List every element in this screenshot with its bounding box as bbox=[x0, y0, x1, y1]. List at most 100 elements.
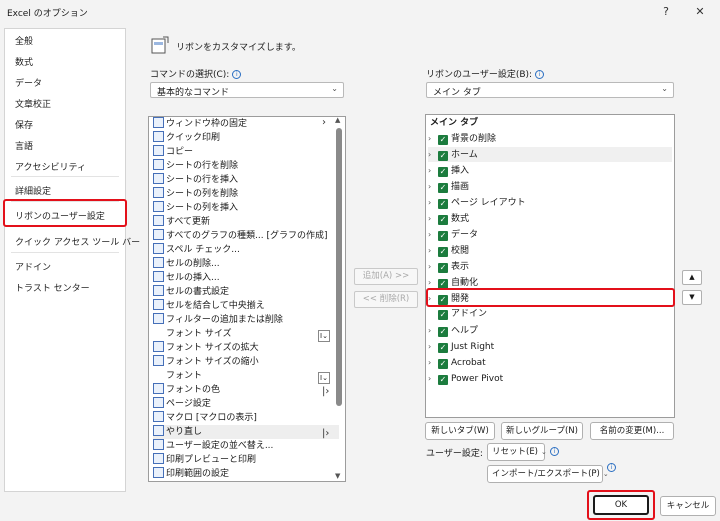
checkbox[interactable]: ✓ bbox=[438, 215, 448, 225]
sidebar-item-addins[interactable]: アドイン bbox=[15, 260, 51, 273]
chevron-right-icon[interactable]: › bbox=[428, 211, 436, 226]
list-item[interactable]: セルを結合して中央揃え bbox=[153, 299, 339, 313]
checkbox[interactable]: ✓ bbox=[438, 359, 448, 369]
remove-button[interactable]: << 削除(R) bbox=[354, 291, 418, 308]
checkbox[interactable]: ✓ bbox=[438, 375, 448, 385]
list-item[interactable]: すべて更新 bbox=[153, 215, 339, 229]
checkbox[interactable]: ✓ bbox=[438, 247, 448, 257]
tree-item[interactable]: › ✓ 挿入 bbox=[428, 163, 672, 178]
sidebar-item-advanced[interactable]: 詳細設定 bbox=[15, 184, 51, 197]
list-item[interactable]: フォント サイズの拡大 bbox=[153, 341, 339, 355]
list-item[interactable]: すべてのグラフの種類... [グラフの作成] bbox=[153, 229, 339, 243]
commands-dropdown[interactable]: 基本的なコマンド ⌄ bbox=[150, 82, 344, 98]
checkbox[interactable]: ✓ bbox=[438, 231, 448, 241]
commands-list[interactable]: ウィンドウ枠の固定 クイック印刷 コピー シートの行を削除 シートの行を挿入 シ… bbox=[148, 116, 346, 482]
list-item[interactable]: シートの行を挿入 bbox=[153, 173, 339, 187]
commands-scrollbar[interactable]: ▲ ▼ bbox=[334, 116, 344, 482]
sidebar-item-language[interactable]: 言語 bbox=[15, 139, 33, 152]
list-item[interactable]: クイック印刷 bbox=[153, 131, 339, 145]
import-export-button[interactable]: インポート/エクスポート(P) ⌄ bbox=[487, 465, 609, 483]
tree-item[interactable]: › ✓ 校閲 bbox=[428, 243, 672, 258]
chevron-right-icon[interactable]: › bbox=[428, 371, 436, 386]
add-button[interactable]: 追加(A) >> bbox=[354, 268, 418, 285]
tree-item[interactable]: › ✓ ページ レイアウト bbox=[428, 195, 672, 210]
list-item[interactable]: スペル チェック... bbox=[153, 243, 339, 257]
chevron-right-icon[interactable]: › bbox=[428, 339, 436, 354]
sidebar-item-accessibility[interactable]: アクセシビリティ bbox=[15, 160, 86, 173]
new-group-button[interactable]: 新しいグループ(N) bbox=[501, 422, 583, 440]
checkbox[interactable]: ✓ bbox=[438, 167, 448, 177]
info-icon[interactable]: i bbox=[535, 70, 545, 79]
sidebar-item-quick-access-toolbar[interactable]: クイック アクセス ツール バー bbox=[15, 235, 140, 248]
tree-item[interactable]: › ✓ ホーム bbox=[428, 147, 672, 162]
scroll-up-icon[interactable]: ▲ bbox=[335, 116, 340, 124]
list-item[interactable]: やり直し bbox=[153, 425, 339, 439]
tree-item[interactable]: › ✓ Acrobat bbox=[428, 355, 672, 370]
ribbon-dropdown[interactable]: メイン タブ ⌄ bbox=[426, 82, 674, 98]
list-item[interactable]: 印刷範囲の設定 bbox=[153, 467, 339, 481]
cancel-button[interactable]: キャンセル bbox=[660, 496, 716, 516]
info-icon[interactable]: i bbox=[550, 447, 559, 456]
list-item[interactable]: シートの行を削除 bbox=[153, 159, 339, 173]
new-tab-button[interactable]: 新しいタブ(W) bbox=[425, 422, 495, 440]
tree-item[interactable]: › ✓ 数式 bbox=[428, 211, 672, 226]
reset-button[interactable]: リセット(E) ⌄ bbox=[487, 443, 547, 461]
chevron-right-icon[interactable]: › bbox=[428, 355, 436, 370]
list-item[interactable]: セルの削除... bbox=[153, 257, 339, 271]
chevron-right-icon[interactable]: › bbox=[428, 259, 436, 274]
sidebar-item-trust-center[interactable]: トラスト センター bbox=[15, 281, 90, 294]
checkbox[interactable]: ✓ bbox=[438, 343, 448, 353]
sidebar-item-general[interactable]: 全般 bbox=[15, 34, 33, 47]
list-item[interactable]: セルの挿入... bbox=[153, 271, 339, 285]
tree-item[interactable]: › ✓ 表示 bbox=[428, 259, 672, 274]
checkbox[interactable]: ✓ bbox=[438, 151, 448, 161]
chevron-right-icon[interactable]: › bbox=[428, 179, 436, 194]
checkbox[interactable]: ✓ bbox=[438, 183, 448, 193]
list-item[interactable]: フォント サイズ bbox=[153, 327, 339, 341]
tree-item[interactable]: › ✓ 描画 bbox=[428, 179, 672, 194]
chevron-right-icon[interactable]: › bbox=[428, 227, 436, 242]
list-item[interactable]: ウィンドウ枠の固定 bbox=[153, 117, 339, 131]
list-item[interactable]: マクロ [マクロの表示] bbox=[153, 411, 339, 425]
chevron-right-icon[interactable]: › bbox=[428, 131, 436, 146]
sidebar-item-proofing[interactable]: 文章校正 bbox=[15, 97, 51, 110]
list-item[interactable]: シートの列を削除 bbox=[153, 187, 339, 201]
chevron-right-icon[interactable]: › bbox=[428, 163, 436, 178]
info-icon[interactable]: i bbox=[607, 463, 616, 472]
list-item[interactable]: フォント サイズの縮小 bbox=[153, 355, 339, 369]
tree-item[interactable]: ✓ アドイン bbox=[428, 307, 672, 322]
scroll-thumb[interactable] bbox=[336, 128, 342, 406]
list-item[interactable]: ユーザー設定の並べ替え... bbox=[153, 439, 339, 453]
checkbox[interactable]: ✓ bbox=[438, 310, 448, 320]
help-icon[interactable]: ? bbox=[656, 3, 676, 21]
tree-item[interactable]: › ✓ ヘルプ bbox=[428, 323, 672, 338]
chevron-right-icon[interactable]: › bbox=[428, 147, 436, 162]
list-item[interactable]: セルの書式設定 bbox=[153, 285, 339, 299]
info-icon[interactable]: i bbox=[232, 70, 242, 79]
rename-button[interactable]: 名前の変更(M)... bbox=[590, 422, 674, 440]
chevron-right-icon[interactable]: › bbox=[428, 243, 436, 258]
sidebar-item-save[interactable]: 保存 bbox=[15, 118, 33, 131]
checkbox[interactable]: ✓ bbox=[438, 199, 448, 209]
tree-item[interactable]: › ✓ データ bbox=[428, 227, 672, 242]
list-item[interactable]: フィルターの追加または削除 bbox=[153, 313, 339, 327]
tree-item[interactable]: › ✓ 背景の削除 bbox=[428, 131, 672, 146]
checkbox[interactable]: ✓ bbox=[438, 263, 448, 273]
scroll-down-icon[interactable]: ▼ bbox=[335, 472, 340, 480]
tree-item[interactable]: › ✓ Just Right bbox=[428, 339, 672, 354]
move-down-button[interactable]: ▼ bbox=[682, 290, 702, 305]
chevron-right-icon[interactable]: › bbox=[428, 195, 436, 210]
sidebar-item-formulas[interactable]: 数式 bbox=[15, 55, 33, 68]
list-item[interactable]: コピー bbox=[153, 145, 339, 159]
ribbon-tree[interactable]: メイン タブ › ✓ 背景の削除 › ✓ ホーム › ✓ 挿入 › ✓ 描画 › ✓ ページ レイア… bbox=[425, 114, 675, 418]
chevron-right-icon[interactable]: › bbox=[428, 323, 436, 338]
list-item[interactable]: ページ設定 bbox=[153, 397, 339, 411]
list-item[interactable]: シートの列を挿入 bbox=[153, 201, 339, 215]
close-icon[interactable]: ✕ bbox=[690, 3, 710, 21]
move-up-button[interactable]: ▲ bbox=[682, 270, 702, 285]
tree-item[interactable]: › ✓ Power Pivot bbox=[428, 371, 672, 386]
list-item[interactable]: フォント bbox=[153, 369, 339, 383]
checkbox[interactable]: ✓ bbox=[438, 135, 448, 145]
list-item[interactable]: フォントの色 bbox=[153, 383, 339, 397]
sidebar-item-data[interactable]: データ bbox=[15, 76, 42, 89]
